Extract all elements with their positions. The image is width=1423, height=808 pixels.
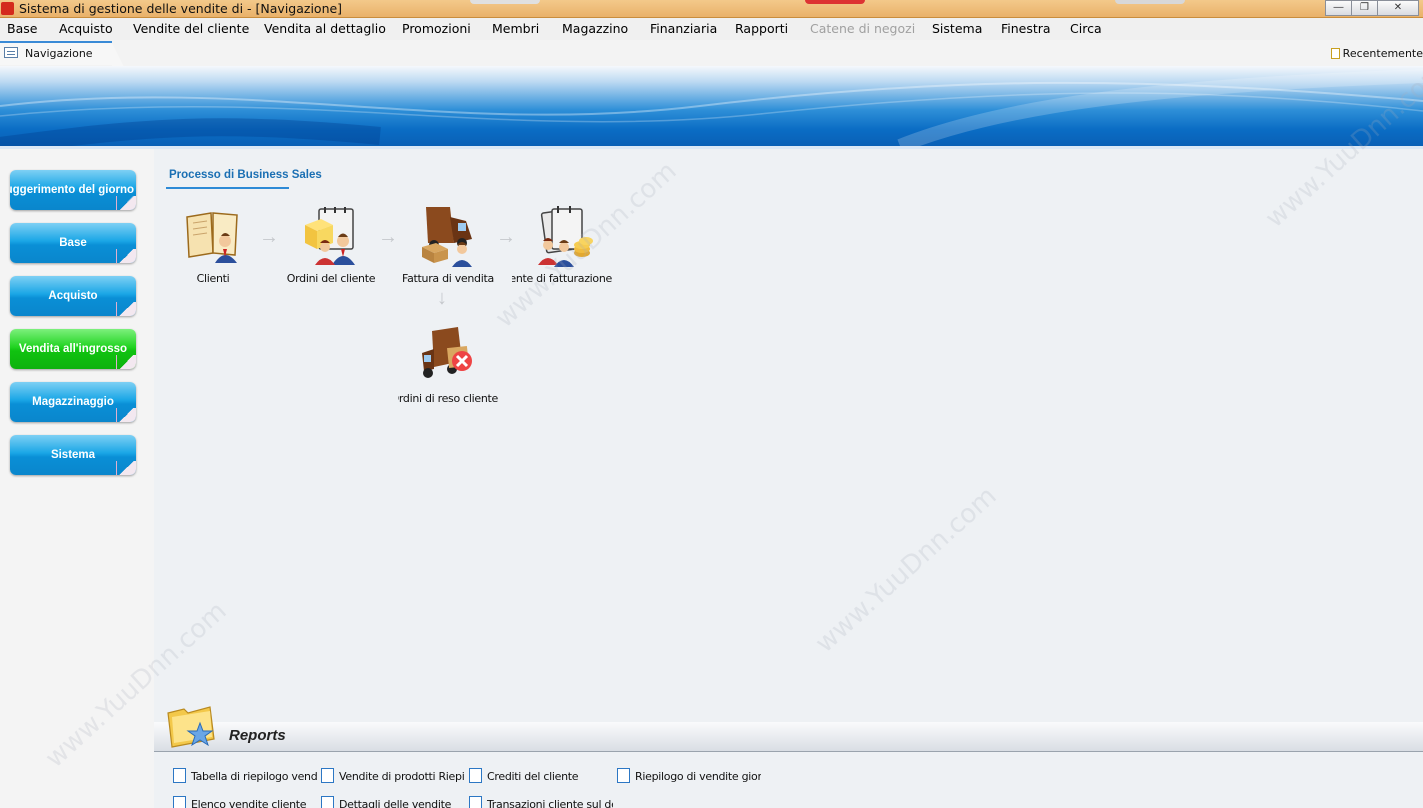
report-link-label: Riepilogo di vendite giornaliere [635, 770, 761, 783]
page-curl [116, 408, 136, 422]
header-banner [0, 66, 1423, 146]
report-link-label: Dettagli delle vendite [339, 798, 452, 808]
report-link-label: Elenco vendite cliente [191, 798, 307, 808]
decoration [1115, 0, 1185, 4]
sidebar-item-suggerimento[interactable]: Suggerimento del giorno [10, 170, 136, 210]
reports-title: Reports [229, 727, 286, 744]
report-link-label: Transazioni cliente sul dettaglio [487, 798, 613, 808]
navigation-list-icon [4, 47, 18, 58]
main-panel: Processo di Business Sales Clienti → Ord… [154, 149, 1423, 808]
report-link-label: Tabella di riepilogo vendite [191, 770, 317, 783]
report-link[interactable]: Tabella di riepilogo vendite [173, 768, 317, 783]
tab-label: Navigazione [25, 47, 93, 60]
report-icon [617, 768, 630, 783]
sidebar-item-label: Base [59, 237, 87, 249]
menu-vendita-dettaglio[interactable]: Vendita al dettaglio [264, 21, 386, 36]
report-link[interactable]: Elenco vendite cliente [173, 796, 317, 808]
window-title: Sistema di gestione delle vendite di - [… [19, 1, 343, 16]
report-link[interactable]: Dettagli delle vendite [321, 796, 465, 808]
title-bar: Sistema di gestione delle vendite di - [… [0, 0, 1423, 18]
process-step-label: Clienti [196, 272, 230, 285]
page-curl [116, 249, 136, 263]
app-icon[interactable] [1, 2, 14, 15]
maximize-button[interactable]: ❐ [1351, 0, 1378, 16]
sales-invoice-truck-icon [422, 207, 472, 267]
menu-base[interactable]: Base [7, 21, 37, 36]
report-link-label: Crediti del cliente [487, 770, 579, 783]
process-step-ordini[interactable]: Ordini del cliente [276, 203, 386, 285]
process-title: Processo di Business Sales [169, 169, 322, 181]
menu-bar: Base Acquisto Vendite del cliente Vendit… [0, 18, 1423, 40]
process-step-label: Ordini di reso cliente [398, 392, 498, 405]
sidebar-item-sistema[interactable]: Sistema [10, 435, 136, 475]
report-link[interactable]: Transazioni cliente sul dettaglio [469, 796, 613, 808]
process-step-reso[interactable]: Ordini di reso cliente [398, 323, 498, 405]
menu-magazzino[interactable]: Magazzino [562, 21, 628, 36]
report-link[interactable]: Vendite di prodotti Riepilogo [321, 768, 465, 783]
menu-acquisto[interactable]: Acquisto [59, 21, 113, 36]
menu-finestra[interactable]: Finestra [1001, 21, 1051, 36]
report-icon [173, 768, 186, 783]
recent-label: Recentemente [1342, 47, 1423, 60]
tab-strip: Navigazione [0, 40, 1423, 67]
page-curl [116, 461, 136, 475]
customer-orders-icon [305, 207, 355, 265]
report-icon [321, 768, 334, 783]
title-underline [166, 187, 289, 189]
sidebar: Suggerimento del giorno Base Acquisto Ve… [0, 149, 154, 808]
menu-circa[interactable]: Circa [1070, 21, 1102, 36]
reports-header [154, 722, 1423, 752]
report-icon [173, 796, 186, 808]
recent-button[interactable]: Recentemente [1330, 47, 1423, 60]
page-curl [116, 196, 136, 210]
decoration [470, 0, 540, 4]
page-curl [116, 355, 136, 369]
process-step-fatturazione[interactable]: Cliente di fatturazione [512, 203, 612, 285]
menu-promozioni[interactable]: Promozioni [402, 21, 471, 36]
sidebar-item-label: Vendita all'ingrosso [18, 343, 128, 355]
sidebar-item-vendita-ingrosso[interactable]: Vendita all'ingrosso [10, 329, 136, 369]
menu-membri[interactable]: Membri [492, 21, 539, 36]
report-link-label: Vendite di prodotti Riepilogo [339, 770, 465, 783]
report-icon [469, 796, 482, 808]
report-icon [469, 768, 482, 783]
process-step-clienti[interactable]: Clienti [158, 203, 268, 285]
process-step-label: Cliente di fatturazione [512, 272, 612, 285]
sidebar-item-label: Acquisto [48, 290, 98, 302]
reports-folder-star-icon [167, 706, 215, 748]
menu-rapporti[interactable]: Rapporti [735, 21, 788, 36]
process-step-fattura[interactable]: Fattura di vendita [393, 203, 503, 285]
arrow-down-icon: ↓ [437, 287, 447, 309]
close-button[interactable]: ✕ [1377, 0, 1419, 16]
minimize-button[interactable]: — [1325, 0, 1352, 16]
document-icon [1330, 48, 1340, 59]
decoration [805, 0, 865, 4]
customers-book-icon [186, 212, 238, 263]
billing-client-icon [538, 206, 593, 267]
sidebar-item-label: Magazzinaggio [32, 396, 114, 408]
sidebar-item-magazzinaggio[interactable]: Magazzinaggio [10, 382, 136, 422]
tab-navigazione[interactable]: Navigazione [0, 41, 124, 67]
window-controls: — ❐ ✕ [1325, 0, 1419, 16]
report-link[interactable]: Riepilogo di vendite giornaliere [617, 768, 761, 783]
menu-catene-negozi: Catene di negozi [810, 21, 916, 36]
sidebar-item-base[interactable]: Base [10, 223, 136, 263]
return-orders-truck-icon [422, 327, 472, 378]
sidebar-item-label: Suggerimento del giorno [10, 184, 135, 196]
report-link[interactable]: Crediti del cliente [469, 768, 613, 783]
process-step-label: Fattura di vendita [402, 272, 494, 285]
report-icon [321, 796, 334, 808]
menu-finanziaria[interactable]: Finanziaria [650, 21, 717, 36]
process-step-label: Ordini del cliente [286, 272, 376, 285]
sidebar-item-label: Sistema [50, 449, 96, 461]
page-curl [116, 302, 136, 316]
sidebar-item-acquisto[interactable]: Acquisto [10, 276, 136, 316]
menu-sistema[interactable]: Sistema [932, 21, 982, 36]
menu-vendite-cliente[interactable]: Vendite del cliente [133, 21, 249, 36]
